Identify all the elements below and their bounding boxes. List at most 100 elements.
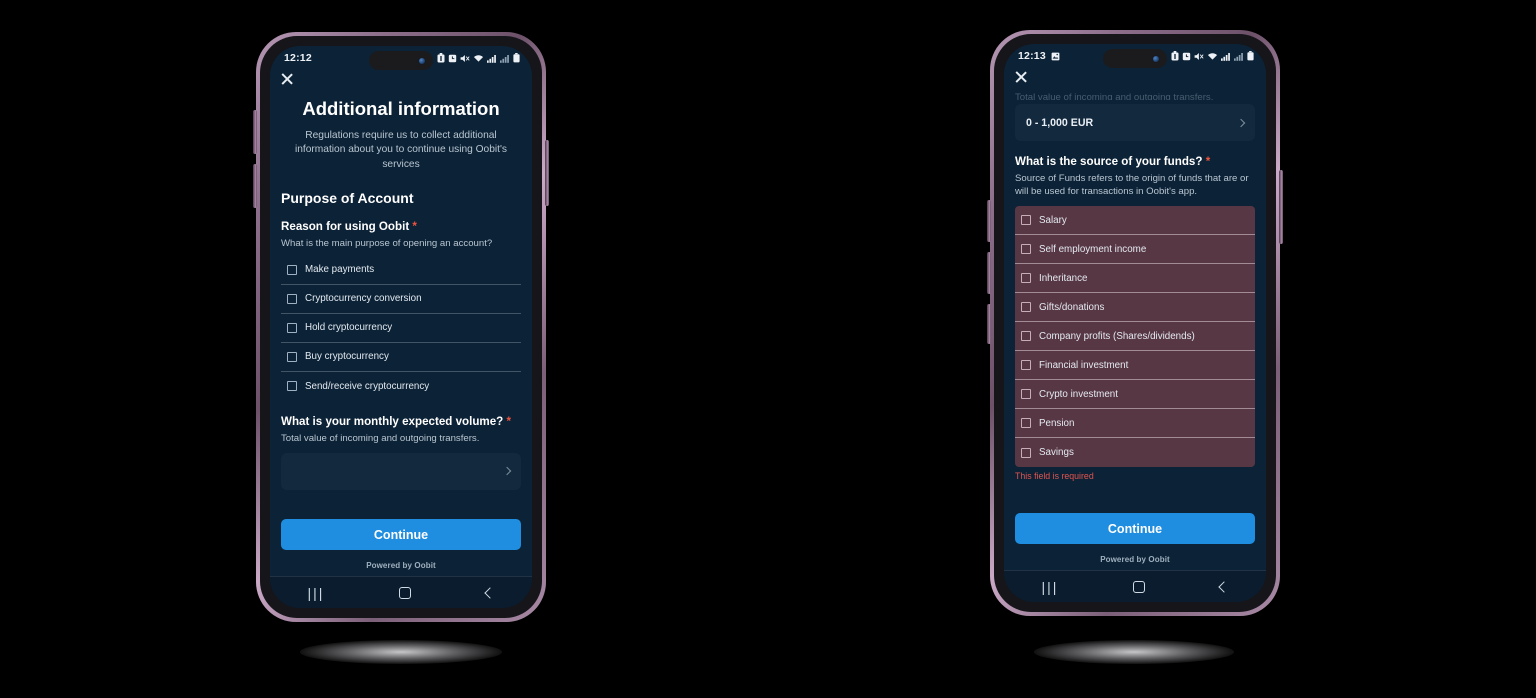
close-row-right xyxy=(1004,68,1266,90)
home-icon[interactable] xyxy=(1133,580,1146,593)
list-item[interactable]: Hold cryptocurrency xyxy=(281,314,521,343)
page-subtitle: Regulations require us to collect additi… xyxy=(294,130,508,170)
checkbox-label: Cryptocurrency conversion xyxy=(305,293,422,305)
list-item[interactable]: Inheritance xyxy=(1015,264,1255,294)
volume-up-button[interactable] xyxy=(987,200,991,242)
checkbox-label: Gifts/donations xyxy=(1039,301,1105,313)
camera-island-right xyxy=(1103,49,1167,68)
list-item[interactable]: Pension xyxy=(1015,409,1255,439)
list-item[interactable]: Make payments xyxy=(281,256,521,285)
list-item[interactable]: Cryptocurrency conversion xyxy=(281,285,521,314)
checkbox-label: Crypto investment xyxy=(1039,388,1118,400)
list-item[interactable]: Gifts/donations xyxy=(1015,293,1255,323)
continue-button[interactable]: Continue xyxy=(1015,513,1255,544)
phone-right-frame: 12:13 Total value of incoming and outgoi… xyxy=(987,30,1283,616)
checkbox-icon[interactable] xyxy=(1021,418,1031,429)
checkbox-label: Savings xyxy=(1039,447,1074,459)
back-icon[interactable] xyxy=(484,586,497,599)
list-item[interactable]: Self employment income xyxy=(1015,235,1255,265)
power-button[interactable] xyxy=(1279,170,1283,244)
phone-right-screen: 12:13 Total value of incoming and outgoi… xyxy=(1004,44,1266,602)
phone-left-frame: 12:12 Additional information Regulations… xyxy=(253,32,549,622)
volume-up-button[interactable] xyxy=(253,110,257,154)
list-item[interactable]: Savings xyxy=(1015,438,1255,467)
close-icon[interactable] xyxy=(1014,70,1028,84)
error-message: This field is required xyxy=(1015,471,1094,482)
form-scroll-right[interactable]: Total value of incoming and outgoing tra… xyxy=(1004,90,1266,513)
list-item[interactable]: Salary xyxy=(1015,206,1255,236)
wifi-icon xyxy=(1207,52,1218,61)
signal-icon xyxy=(487,54,497,63)
checkbox-list-source-of-funds: Salary Self employment income Inheritanc… xyxy=(1015,206,1255,468)
question-label-text: What is the source of your funds? xyxy=(1015,155,1203,168)
power-button[interactable] xyxy=(545,140,549,206)
continue-button[interactable]: Continue xyxy=(281,519,521,550)
question-label-text: What is your monthly expected volume? xyxy=(281,414,504,428)
list-item[interactable]: Send/receive cryptocurrency xyxy=(281,372,521,401)
list-item[interactable]: Buy cryptocurrency xyxy=(281,343,521,372)
back-icon[interactable] xyxy=(1218,580,1231,593)
checkbox-icon[interactable] xyxy=(1021,360,1031,371)
checkbox-icon[interactable] xyxy=(1021,215,1031,226)
question-help-source-of-funds: Source of Funds refers to the origin of … xyxy=(1015,173,1249,198)
phone-right: 12:13 Total value of incoming and outgoi… xyxy=(987,30,1283,616)
question-help-reason: What is the main purpose of opening an a… xyxy=(281,238,493,250)
question-label-text: Reason for using Oobit xyxy=(281,220,410,234)
checkbox-icon[interactable] xyxy=(287,381,297,392)
checkbox-icon[interactable] xyxy=(1021,331,1031,342)
checkbox-label: Buy cryptocurrency xyxy=(305,351,389,363)
checkbox-icon[interactable] xyxy=(287,322,297,333)
checkbox-label: Financial investment xyxy=(1039,359,1129,371)
checkbox-icon[interactable] xyxy=(287,293,297,304)
status-time: 12:13 xyxy=(1018,50,1046,62)
battery-saver-icon xyxy=(437,53,445,63)
list-item[interactable]: Company profits (Shares/dividends) xyxy=(1015,322,1255,352)
checkbox-icon[interactable] xyxy=(1021,389,1031,400)
close-icon[interactable] xyxy=(280,72,294,86)
checkbox-icon[interactable] xyxy=(1021,302,1031,313)
checkbox-label: Make payments xyxy=(305,264,375,276)
monthly-volume-select[interactable] xyxy=(281,452,521,490)
bixby-button[interactable] xyxy=(987,304,991,344)
alarm-icon xyxy=(448,54,457,63)
recents-icon[interactable]: ||| xyxy=(308,586,325,600)
checkbox-list-reason: Make payments Cryptocurrency conversion … xyxy=(281,256,521,401)
required-asterisk: * xyxy=(1205,155,1211,168)
checkbox-label: Hold cryptocurrency xyxy=(305,322,393,334)
chevron-right-icon xyxy=(1236,118,1246,127)
phone-left-screen: 12:12 Additional information Regulations… xyxy=(270,46,532,608)
form-footer-right: Continue Powered by Oobit xyxy=(1004,513,1266,570)
checkbox-icon[interactable] xyxy=(1021,447,1031,458)
checkbox-icon[interactable] xyxy=(1021,273,1031,284)
section-heading-purpose-of-account: Purpose of Account xyxy=(281,190,414,207)
phone-left-bezel: 12:12 Additional information Regulations… xyxy=(260,36,542,618)
page-title: Additional information xyxy=(302,98,500,119)
form-footer-left: Continue Powered by Oobit xyxy=(270,519,532,576)
list-item[interactable]: Crypto investment xyxy=(1015,380,1255,410)
phone-right-bezel: 12:13 Total value of incoming and outgoi… xyxy=(994,34,1276,612)
front-camera-icon xyxy=(419,57,425,64)
battery-saver-icon xyxy=(1171,51,1179,61)
checkbox-label: Inheritance xyxy=(1039,272,1088,284)
scene-canvas: 12:12 Additional information Regulations… xyxy=(0,0,1536,698)
camera-island-left xyxy=(369,51,433,70)
recents-icon[interactable]: ||| xyxy=(1042,580,1059,594)
wifi-icon xyxy=(473,54,484,63)
mute-icon xyxy=(1194,52,1204,61)
list-item[interactable]: Financial investment xyxy=(1015,351,1255,381)
volume-down-button[interactable] xyxy=(987,252,991,294)
android-nav-bar-right: ||| xyxy=(1004,570,1266,602)
checkbox-icon[interactable] xyxy=(1021,244,1031,255)
volume-down-button[interactable] xyxy=(253,164,257,208)
form-scroll-left[interactable]: Additional information Regulations requi… xyxy=(270,92,532,519)
home-icon[interactable] xyxy=(399,586,412,599)
checkbox-label: Pension xyxy=(1039,417,1075,429)
close-row-left xyxy=(270,70,532,92)
powered-by-label: Powered by Oobit xyxy=(366,561,436,570)
android-nav-bar-left: ||| xyxy=(270,576,532,608)
phone-left: 12:12 Additional information Regulations… xyxy=(253,32,549,622)
oobit-app-right: Total value of incoming and outgoing tra… xyxy=(1004,68,1266,570)
checkbox-icon[interactable] xyxy=(287,351,297,362)
monthly-volume-select[interactable]: 0 - 1,000 EUR xyxy=(1015,104,1255,141)
checkbox-icon[interactable] xyxy=(287,264,297,275)
